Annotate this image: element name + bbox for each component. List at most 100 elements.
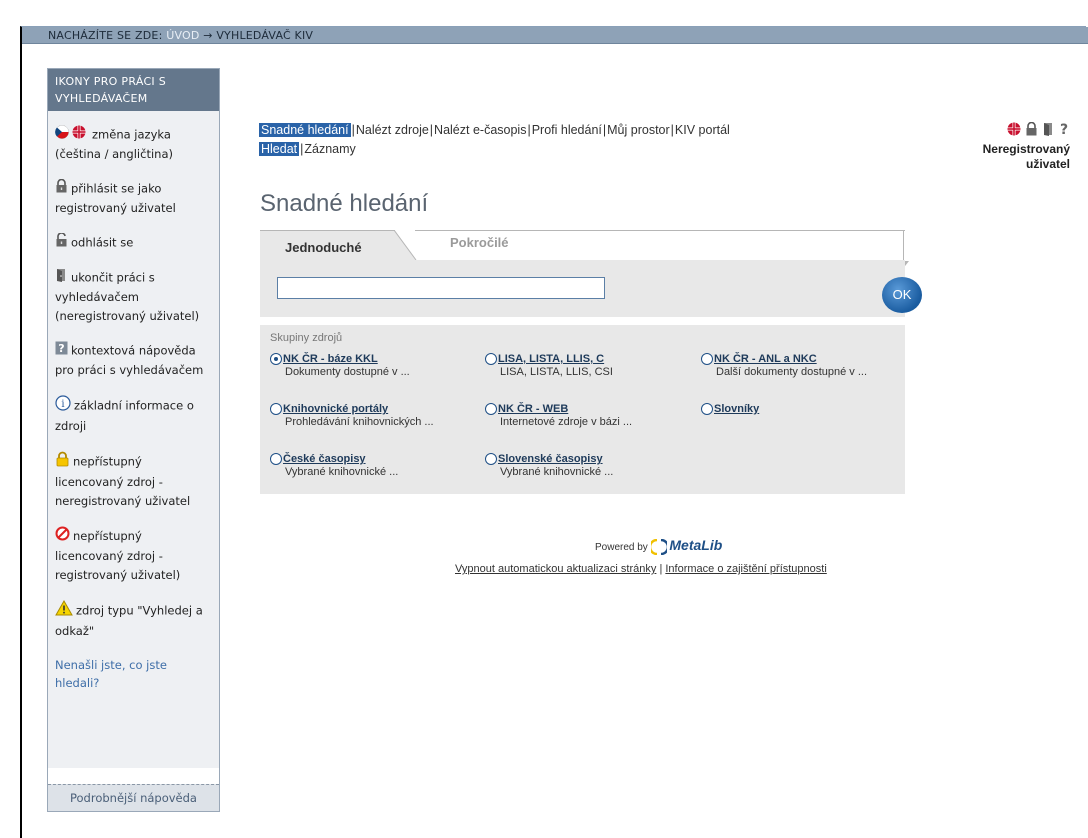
radio-button[interactable] [701, 403, 713, 416]
footer-separator: | [659, 563, 663, 575]
breadcrumb: NACHÁZÍTE SE ZDE: ÚVOD → VYHLEDÁVAČ KIV [22, 27, 1088, 44]
group-option[interactable]: NK ČR - WEB Internetové zdroje v bázi ..… [485, 403, 632, 428]
group-name[interactable]: NK ČR - báze KKL [283, 353, 378, 365]
group-option[interactable]: LISA, LISTA, LLIS, C LISA, LISTA, LLIS, … [485, 353, 613, 378]
nav-my-space[interactable]: Můj prostor [607, 123, 670, 137]
lock-login-icon [55, 178, 68, 199]
sidebar-item-label: nepřístupný licencovaný zdroj - neregist… [55, 454, 191, 509]
sidebar-item-logout: odhlásit se [55, 232, 211, 253]
subnav-records[interactable]: Záznamy [304, 142, 355, 156]
warning-icon [55, 599, 73, 622]
radio-button[interactable] [485, 453, 497, 466]
group-option[interactable]: České časopisy Vybrané knihovnické ... [270, 453, 398, 478]
group-option[interactable]: NK ČR - ANL a NKC Další dokumenty dostup… [701, 353, 867, 378]
group-option[interactable]: NK ČR - báze KKL Dokumenty dostupné v ..… [270, 353, 410, 378]
sidebar-item-label: ukončit práci s vyhledávačem (neregistro… [55, 270, 200, 324]
sidebar-item-language: změna jazyka (čeština / angličtina) [55, 125, 211, 164]
radio-button[interactable] [701, 353, 713, 366]
radio-button[interactable] [485, 403, 497, 416]
tab-line-arrow [903, 230, 904, 264]
help-sidebar: IKONY PRO PRÁCI S VYHLEDÁVAČEM změna jaz… [47, 68, 220, 812]
group-name[interactable]: Knihovnické portály [283, 403, 388, 415]
nav-row-sub: Hledat |Záznamy [259, 140, 730, 159]
exit-door-icon [55, 268, 68, 288]
nav-separator: | [429, 123, 434, 137]
page-title: Snadné hledání [260, 190, 429, 217]
locked-yellow-icon [55, 451, 70, 473]
svg-text:?: ? [1060, 122, 1068, 136]
breadcrumb-current: VYHLEDÁVAČ KIV [216, 29, 314, 42]
sidebar-item-link-resolver: zdroj typu "Vyhledej a odkaž" [55, 599, 211, 641]
radio-button[interactable] [270, 453, 282, 466]
sidebar-item-info: i základní informace o zdroji [55, 395, 211, 436]
exit-door-icon[interactable] [1042, 123, 1058, 139]
nav-easy-search[interactable]: Snadné hledání [259, 123, 351, 137]
help-question-icon[interactable]: ? [1058, 122, 1070, 139]
group-desc: Vybrané knihovnické ... [285, 466, 399, 479]
sidebar-item-locked-unregistered: nepřístupný licencovaný zdroj - neregist… [55, 451, 211, 511]
login-lock-icon[interactable] [1025, 121, 1041, 139]
group-name[interactable]: NK ČR - ANL a NKC [714, 353, 817, 365]
tab-advanced[interactable]: Pokročilé [450, 235, 509, 250]
breadcrumb-home-link[interactable]: ÚVOD [166, 29, 199, 42]
search-panel [260, 260, 905, 317]
footer-links: Vypnout automatickou aktualizaci stránky… [455, 563, 827, 575]
sidebar-item-locked-registered: nepřístupný licencovaný zdroj - registro… [55, 526, 211, 585]
language-flags-icon [55, 125, 89, 145]
group-name[interactable]: České časopisy [283, 453, 366, 465]
breadcrumb-prefix: NACHÁZÍTE SE ZDE: [48, 29, 163, 42]
radio-button[interactable] [270, 403, 282, 416]
tab-line [415, 230, 905, 231]
radio-button[interactable] [485, 353, 497, 366]
sidebar-item-label: přihlásit se jako registrovaný uživatel [55, 181, 176, 216]
resource-groups-panel: Skupiny zdrojů NK ČR - báze KKL Dokument… [260, 325, 905, 494]
group-option[interactable]: Slovníky [701, 403, 759, 416]
unlock-logout-icon [55, 232, 68, 253]
powered-by: Powered by MetaLib [595, 537, 723, 556]
group-desc: Dokumenty dostupné v ... [285, 366, 410, 379]
radio-button[interactable] [270, 353, 282, 366]
metalib-brand: MetaLib [669, 537, 723, 553]
group-desc: LISA, LISTA, LLIS, CSI [500, 366, 613, 379]
nav-separator: | [351, 123, 355, 137]
search-input[interactable] [277, 277, 605, 299]
svg-text:i: i [61, 399, 64, 410]
sidebar-title: IKONY PRO PRÁCI S VYHLEDÁVAČEM [48, 69, 219, 111]
group-name[interactable]: LISA, LISTA, LLIS, C [498, 353, 604, 365]
info-icon: i [55, 395, 71, 417]
nav-kiv-portal[interactable]: KIV portál [675, 123, 730, 137]
nav-separator: | [602, 123, 607, 137]
sidebar-item-label: základní informace o zdroji [55, 398, 194, 434]
group-name[interactable]: Slovenské časopisy [498, 453, 603, 465]
not-found-link[interactable]: Nenašli jste, co jste hledali? [55, 656, 211, 692]
group-desc: Další dokumenty dostupné v ... [716, 366, 868, 379]
group-option[interactable]: Slovenské časopisy Vybrané knihovnické .… [485, 453, 613, 478]
sidebar-item-label: nepřístupný licencovaný zdroj - registro… [55, 529, 181, 582]
nav-separator: | [670, 123, 674, 137]
nav-advanced-search[interactable]: Profi hledání [532, 123, 602, 137]
sidebar-item-label: odhlásit se [71, 235, 134, 250]
svg-text:?: ? [58, 342, 64, 355]
accessibility-link[interactable]: Informace o zajištění přístupnosti [665, 563, 826, 575]
nav-find-resources[interactable]: Nalézt zdroje [356, 123, 429, 137]
powered-by-label: Powered by [595, 542, 648, 553]
nav-find-ejournal[interactable]: Nalézt e-časopis [434, 123, 526, 137]
metalib-logo-icon [648, 539, 670, 556]
tab-simple-label: Jednoduché [285, 240, 362, 255]
user-box: ? Neregistrovaný uživatel [955, 121, 1070, 172]
subnav-search[interactable]: Hledat [259, 142, 300, 156]
user-status-line2: uživatel [1025, 157, 1070, 171]
nav-separator: | [527, 123, 531, 137]
tab-simple[interactable]: Jednoduché [260, 230, 417, 261]
group-name[interactable]: Slovníky [714, 403, 759, 415]
group-name[interactable]: NK ČR - WEB [498, 403, 568, 415]
auto-refresh-link[interactable]: Vypnout automatickou aktualizaci stránky [455, 563, 656, 575]
breadcrumb-arrow: → [203, 29, 213, 42]
group-desc: Vybrané knihovnické ... [500, 466, 614, 479]
user-status-line1: Neregistrovaný [982, 142, 1070, 156]
ok-button[interactable]: OK [882, 277, 922, 313]
help-question-icon: ? [55, 341, 68, 361]
more-help-link[interactable]: Podrobnější nápověda [48, 784, 219, 811]
group-option[interactable]: Knihovnické portály Prohledávání knihovn… [270, 403, 434, 428]
english-flag-icon[interactable] [1007, 122, 1025, 139]
